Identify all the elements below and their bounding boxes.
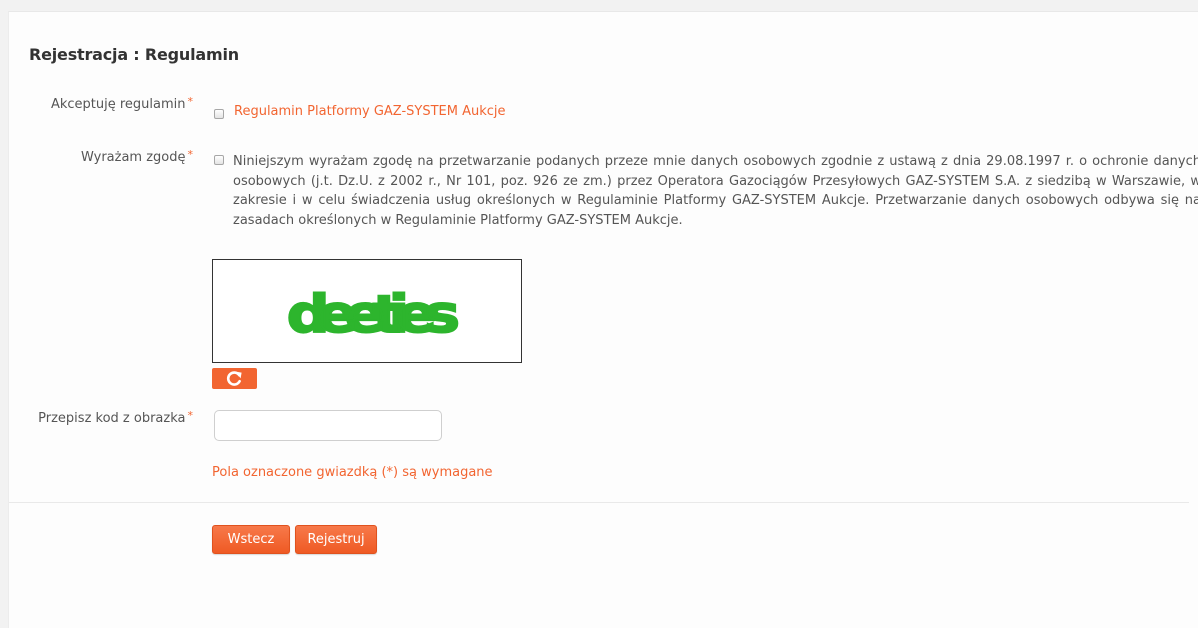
terms-link[interactable]: Regulamin Platformy GAZ-SYSTEM Aukcje	[234, 104, 506, 119]
code-label: Przepisz kod z obrazka *	[38, 409, 194, 426]
consent-checkbox[interactable]	[214, 155, 224, 165]
back-button[interactable]: Wstecz	[212, 525, 290, 554]
refresh-icon	[226, 371, 242, 386]
accept-terms-checkbox[interactable]	[214, 109, 224, 119]
consent-label: Wyrażam zgodę *	[81, 148, 194, 165]
required-asterisk: *	[187, 95, 194, 108]
code-label-text: Przepisz kod z obrazka	[38, 411, 186, 426]
divider	[9, 502, 1189, 503]
captcha-code-input[interactable]	[214, 410, 442, 441]
registration-panel: Rejestracja : Regulamin Akceptuję regula…	[8, 11, 1198, 628]
page-title: Rejestracja : Regulamin	[29, 45, 239, 64]
terms-label: Akceptuję regulamin *	[50, 95, 194, 112]
consent-label-text: Wyrażam zgodę	[81, 150, 186, 165]
required-fields-note: Pola oznaczone gwiazdką (*) są wymagane	[212, 465, 493, 480]
required-asterisk: *	[187, 409, 194, 422]
consent-text: Niniejszym wyrażam zgodę na przetwarzani…	[233, 154, 1198, 228]
captcha-graphic: deeties	[286, 284, 471, 346]
terms-label-text: Akceptuję regulamin	[50, 97, 186, 112]
register-button[interactable]: Rejestruj	[295, 525, 377, 554]
captcha-code: deeties	[287, 285, 458, 345]
captcha-image: deeties	[212, 259, 522, 363]
captcha-refresh-button[interactable]	[212, 368, 257, 389]
required-asterisk: *	[187, 148, 194, 161]
